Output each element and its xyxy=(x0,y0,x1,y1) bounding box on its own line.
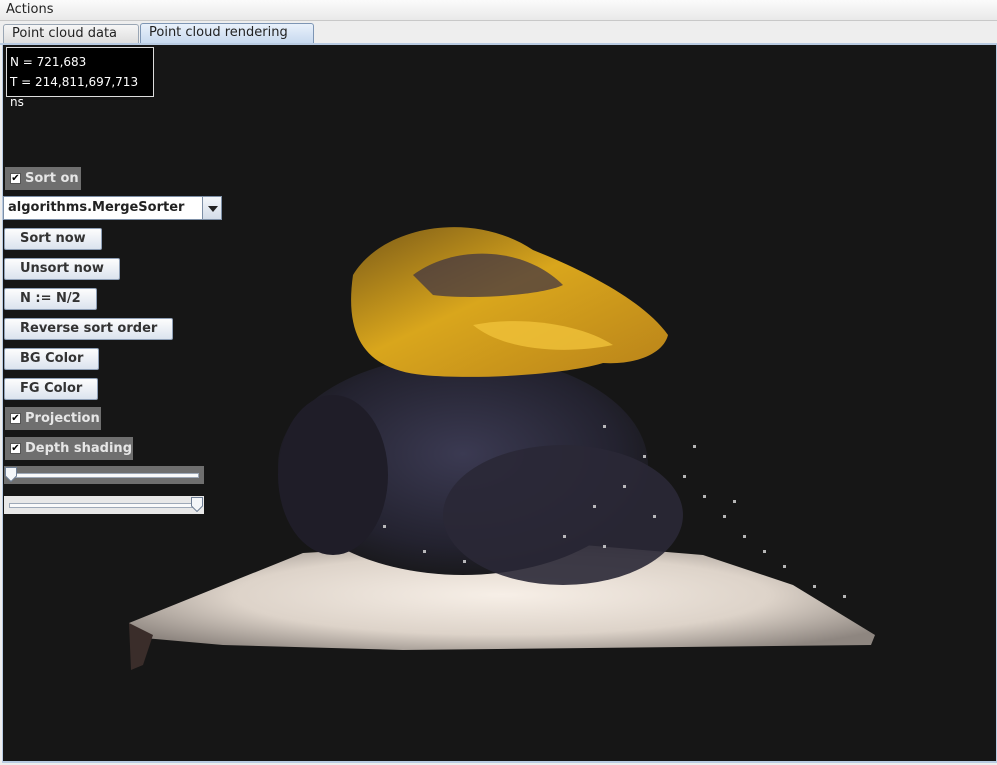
sort-on-checkbox[interactable]: ✔ Sort on xyxy=(5,167,81,190)
slider-thumb[interactable] xyxy=(5,467,17,482)
timing-text: T = 214,811,697,713 ns xyxy=(10,75,139,109)
tab-point-cloud-data[interactable]: Point cloud data xyxy=(3,24,139,43)
tab-point-cloud-rendering[interactable]: Point cloud rendering xyxy=(140,23,314,44)
slider-track xyxy=(9,503,199,508)
checkmark-icon: ✔ xyxy=(10,173,21,184)
point-count-text: N = 721,683 xyxy=(10,55,87,69)
render-canvas[interactable]: N = 721,683 T = 214,811,697,713 ns ✔ Sor… xyxy=(2,45,997,763)
menu-bar: Actions xyxy=(0,0,997,21)
stats-overlay: N = 721,683 T = 214,811,697,713 ns xyxy=(6,47,154,109)
sort-on-label: Sort on xyxy=(25,171,79,186)
halve-n-button[interactable]: N := N/2 xyxy=(4,288,97,310)
sorter-select[interactable]: algorithms.MergeSorter xyxy=(3,196,222,220)
dropdown-button[interactable] xyxy=(202,197,221,219)
sort-now-button[interactable]: Sort now xyxy=(4,228,102,250)
slider-track xyxy=(9,473,199,478)
slider-2[interactable] xyxy=(4,496,204,514)
point-cloud-render xyxy=(129,227,875,670)
unsort-now-button[interactable]: Unsort now xyxy=(4,258,120,280)
cloud-yellow-top xyxy=(351,227,668,377)
sorter-select-value: algorithms.MergeSorter xyxy=(8,200,185,215)
depth-shading-label: Depth shading xyxy=(25,441,132,456)
checkmark-icon: ✔ xyxy=(10,443,21,454)
projection-label: Projection xyxy=(25,411,100,426)
checkmark-icon: ✔ xyxy=(10,413,21,424)
slider-thumb[interactable] xyxy=(191,497,203,512)
chevron-down-icon xyxy=(208,206,218,212)
bg-color-button[interactable]: BG Color xyxy=(4,348,100,370)
depth-shading-checkbox[interactable]: ✔ Depth shading xyxy=(5,437,133,460)
slider-1[interactable] xyxy=(4,466,204,484)
menu-actions[interactable]: Actions xyxy=(6,2,54,17)
reverse-sort-order-button[interactable]: Reverse sort order xyxy=(4,318,174,340)
projection-checkbox[interactable]: ✔ Projection xyxy=(5,407,101,430)
fg-color-button[interactable]: FG Color xyxy=(4,378,99,400)
tab-strip: Point cloud data Point cloud rendering xyxy=(0,21,997,45)
